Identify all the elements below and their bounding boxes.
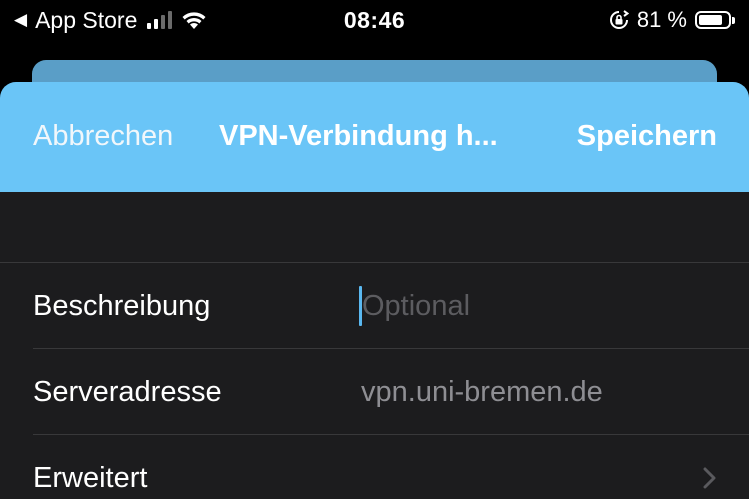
description-label: Beschreibung (33, 290, 211, 322)
settings-list: Beschreibung Serveradresse vpn.uni-breme… (0, 262, 749, 499)
battery-tip (732, 16, 735, 24)
status-bar: ◀ App Store 08:46 81 % (0, 0, 749, 42)
orientation-lock-icon (609, 10, 629, 29)
navigation-bar: Abbrechen VPN-Verbindung h... Speichern (0, 82, 749, 192)
row-server-address[interactable]: Serveradresse vpn.uni-bremen.de (0, 349, 749, 435)
row-advanced[interactable]: Erweitert (0, 435, 749, 499)
status-right: 81 % (609, 7, 735, 33)
text-cursor (359, 286, 362, 326)
advanced-label: Erweitert (33, 462, 148, 494)
cancel-button[interactable]: Abbrechen (33, 118, 173, 154)
server-address-label: Serveradresse (33, 376, 222, 408)
chevron-right-icon (703, 467, 716, 489)
vpn-sheet: Abbrechen VPN-Verbindung h... Speichern … (0, 82, 749, 499)
battery-percent: 81 % (636, 7, 687, 32)
row-description[interactable]: Beschreibung (0, 263, 749, 349)
page-title: VPN-Verbindung h... (219, 120, 498, 152)
battery-icon (695, 11, 731, 29)
server-address-value[interactable]: vpn.uni-bremen.de (361, 374, 603, 410)
section-spacer (0, 192, 749, 262)
battery-fill (699, 15, 722, 25)
save-button[interactable]: Speichern (577, 118, 717, 154)
description-input[interactable] (358, 287, 722, 325)
